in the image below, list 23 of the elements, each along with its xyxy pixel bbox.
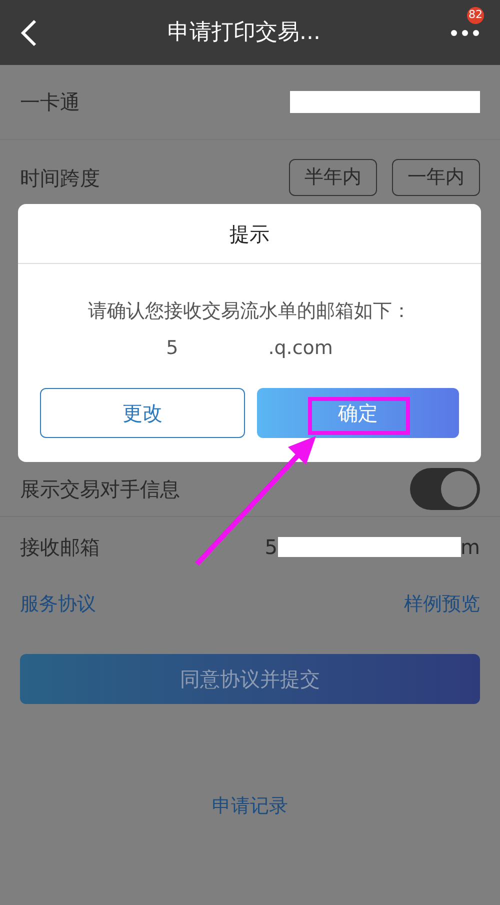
history-link[interactable]: 申请记录 — [212, 792, 288, 820]
back-icon[interactable] — [20, 18, 38, 46]
more-icon[interactable] — [450, 28, 480, 36]
link[interactable]: 服务协议 — [20, 590, 96, 619]
toggle-switch[interactable] — [410, 468, 480, 510]
link[interactable]: 样例预览 — [404, 590, 480, 619]
dialog-button[interactable]: 确定 — [256, 388, 459, 438]
page-title: 申请打印交易... — [166, 19, 322, 47]
dialog-message: 请确认您接收交易流水单的邮箱如下： — [88, 299, 411, 324]
notification-badge: 82 — [467, 6, 484, 24]
field-label: 一卡通 — [20, 89, 80, 116]
email-text: .q.com — [268, 336, 333, 360]
field-label: 展示交易对手信息 — [20, 476, 180, 503]
dialog-button[interactable]: 更改 — [40, 388, 244, 438]
email-text: 5 — [264, 534, 278, 561]
span-option[interactable]: 半年内 — [289, 159, 377, 196]
submit-button[interactable]: 同意协议并提交 — [20, 654, 480, 704]
field-label: 接收邮箱 — [20, 534, 100, 561]
dialog-title: 提示 — [230, 220, 270, 248]
span-option[interactable]: 一年内 — [392, 159, 480, 196]
email-text: m — [460, 534, 480, 561]
email-text: 5 — [166, 336, 178, 360]
field-label: 时间跨度 — [20, 164, 100, 192]
